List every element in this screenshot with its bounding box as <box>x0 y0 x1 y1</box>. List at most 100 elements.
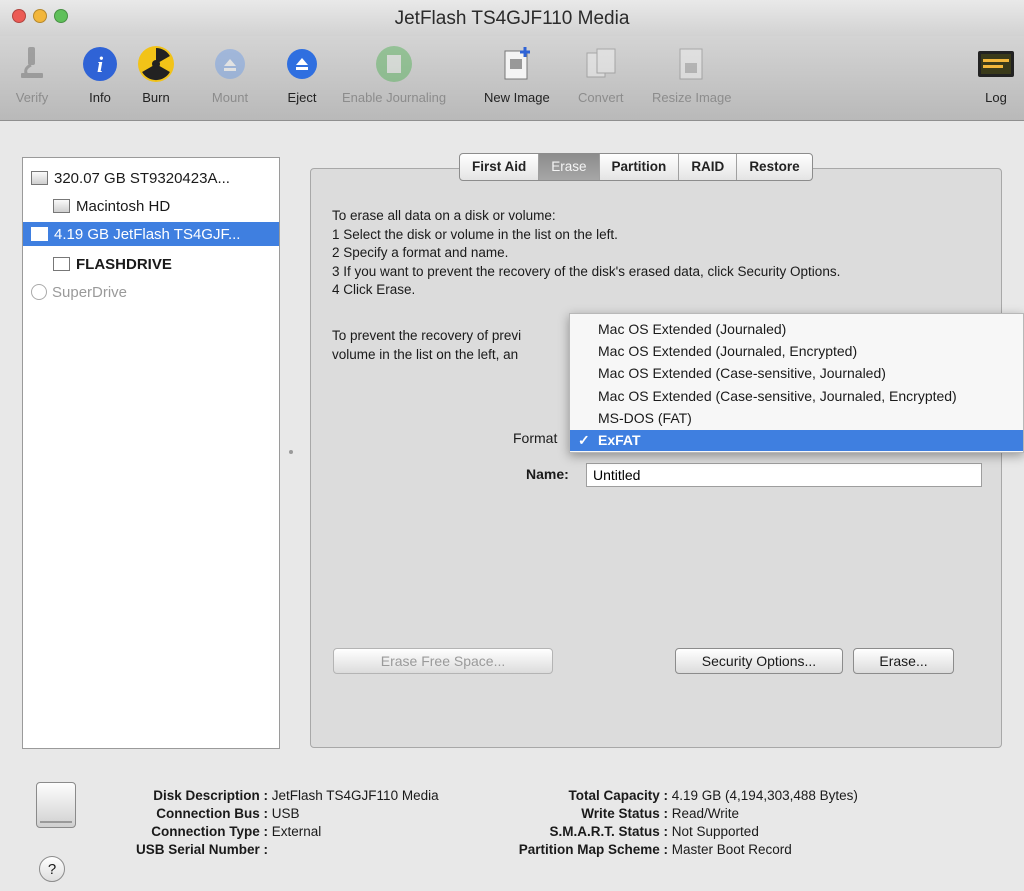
eject-icon <box>282 44 322 84</box>
verify-button[interactable]: Verify <box>12 44 52 105</box>
toolbar: Verify i Info Burn Mount Eject Enable Jo… <box>0 36 1024 121</box>
instruction-line: To erase all data on a disk or volume: <box>332 208 556 223</box>
mount-label: Mount <box>211 90 249 105</box>
tab-erase[interactable]: Erase <box>539 154 600 180</box>
volume-item-label: FLASHDRIVE <box>76 255 172 273</box>
format-option[interactable]: Mac OS Extended (Journaled) <box>570 319 1023 340</box>
disk-info-left: Disk Description : JetFlash TS4GJF110 Me… <box>110 787 439 859</box>
instruction-line: 3 If you want to prevent the recovery of… <box>332 263 841 279</box>
info-button[interactable]: i Info <box>80 44 120 105</box>
info-value: USB <box>271 806 300 821</box>
info-key: Connection Bus : <box>156 806 268 821</box>
resize-image-button[interactable]: Resize Image <box>652 44 731 105</box>
info-key: Write Status : <box>581 806 668 821</box>
enable-journaling-button[interactable]: Enable Journaling <box>342 44 446 105</box>
log-icon <box>976 44 1016 84</box>
erase-button[interactable]: Erase... <box>853 648 954 674</box>
verify-label: Verify <box>15 90 49 105</box>
hard-disk-icon <box>31 171 48 185</box>
info-key: Partition Map Scheme : <box>518 842 668 857</box>
eject-label: Eject <box>287 90 317 105</box>
convert-label: Convert <box>578 90 624 105</box>
name-label: Name: <box>526 466 569 482</box>
info-value: Not Supported <box>671 824 759 839</box>
tab-bar: First Aid Erase Partition RAID Restore <box>459 153 813 181</box>
tab-raid[interactable]: RAID <box>679 154 738 180</box>
format-dropdown-menu[interactable]: Mac OS Extended (Journaled) Mac OS Exten… <box>569 313 1024 453</box>
tab-first-aid[interactable]: First Aid <box>460 154 540 180</box>
log-button[interactable]: Log <box>976 44 1016 105</box>
tab-partition[interactable]: Partition <box>600 154 680 180</box>
tab-restore[interactable]: Restore <box>737 154 811 180</box>
window-title: JetFlash TS4GJF110 Media <box>394 8 630 29</box>
disk-list[interactable]: 320.07 GB ST9320423A... Macintosh HD 4.1… <box>22 157 280 749</box>
prevent-line: volume in the list on the left, an <box>332 346 519 362</box>
instruction-line: 4 Click Erase. <box>332 282 416 297</box>
volume-item-flashdrive[interactable]: FLASHDRIVE <box>53 252 277 276</box>
radiation-icon <box>136 44 176 84</box>
eject-button[interactable]: Eject <box>282 44 322 105</box>
info-key: Disk Description : <box>153 788 268 803</box>
disk-item-label: SuperDrive <box>52 283 128 301</box>
mount-icon <box>210 44 250 84</box>
instruction-line: 1 Select the disk or volume in the list … <box>332 226 618 242</box>
convert-icon <box>581 44 621 84</box>
security-options-button[interactable]: Security Options... <box>675 648 843 674</box>
format-option-selected[interactable]: ✓ ExFAT <box>570 430 1023 451</box>
format-option[interactable]: Mac OS Extended (Case-sensitive, Journal… <box>570 363 1023 384</box>
mount-button[interactable]: Mount <box>210 44 250 105</box>
instruction-line: 2 Specify a format and name. <box>332 245 509 260</box>
erase-free-space-button[interactable]: Erase Free Space... <box>333 648 553 674</box>
info-value: Master Boot Record <box>671 842 792 857</box>
optical-drive-icon <box>31 284 47 300</box>
microscope-icon <box>12 44 52 84</box>
disk-item-label: 320.07 GB ST9320423A... <box>54 169 230 187</box>
info-label: Info <box>89 90 111 105</box>
format-option-label: ExFAT <box>598 432 641 448</box>
disk-icon <box>36 782 76 828</box>
svg-text:i: i <box>97 52 104 77</box>
new-image-icon <box>497 44 537 84</box>
disk-item-label: 4.19 GB JetFlash TS4GJF... <box>54 225 241 243</box>
volume-item-macintosh-hd[interactable]: Macintosh HD <box>53 194 277 218</box>
usb-disk-icon <box>31 227 48 241</box>
prevent-line: To prevent the recovery of previ <box>332 328 522 343</box>
info-key: Total Capacity : <box>568 788 668 803</box>
disk-info-right: Total Capacity : 4.19 GB (4,194,303,488 … <box>472 787 858 859</box>
name-input[interactable] <box>586 463 982 487</box>
log-label: Log <box>985 90 1007 105</box>
info-key: Connection Type : <box>151 824 268 839</box>
prevent-recovery-text: To prevent the recovery of previ volume … <box>332 327 521 364</box>
erase-instructions: To erase all data on a disk or volume: 1… <box>332 207 840 300</box>
help-button[interactable]: ? <box>39 856 65 882</box>
info-value: JetFlash TS4GJF110 Media <box>271 788 439 803</box>
checkmark-icon: ✓ <box>578 432 590 448</box>
disk-item-st9320423a[interactable]: 320.07 GB ST9320423A... <box>31 166 277 190</box>
volume-icon <box>53 257 70 271</box>
info-icon: i <box>80 44 120 84</box>
resize-image-label: Resize Image <box>652 90 732 105</box>
split-view-handle[interactable] <box>289 450 293 454</box>
new-image-button[interactable]: New Image <box>484 44 550 105</box>
disk-item-jetflash[interactable]: 4.19 GB JetFlash TS4GJF... <box>23 222 279 246</box>
format-option[interactable]: Mac OS Extended (Journaled, Encrypted) <box>570 341 1023 362</box>
volume-icon <box>53 199 70 213</box>
enable-journaling-label: Enable Journaling <box>342 90 447 105</box>
journal-icon <box>374 44 414 84</box>
format-option[interactable]: MS-DOS (FAT) <box>570 408 1023 429</box>
convert-button[interactable]: Convert <box>578 44 624 105</box>
burn-label: Burn <box>142 90 170 105</box>
title-bar: JetFlash TS4GJF110 Media <box>0 0 1024 36</box>
volume-item-label: Macintosh HD <box>76 197 171 215</box>
info-key: USB Serial Number : <box>135 842 268 857</box>
info-key: S.M.A.R.T. Status : <box>549 824 668 839</box>
disk-item-superdrive[interactable]: SuperDrive <box>31 280 277 304</box>
format-option[interactable]: Mac OS Extended (Case-sensitive, Journal… <box>570 386 1023 407</box>
format-label: Format <box>513 430 558 446</box>
burn-button[interactable]: Burn <box>136 44 176 105</box>
new-image-label: New Image <box>484 90 550 105</box>
info-value: External <box>271 824 322 839</box>
info-value: 4.19 GB (4,194,303,488 Bytes) <box>671 788 858 803</box>
resize-image-icon <box>672 44 712 84</box>
info-value: Read/Write <box>671 806 740 821</box>
